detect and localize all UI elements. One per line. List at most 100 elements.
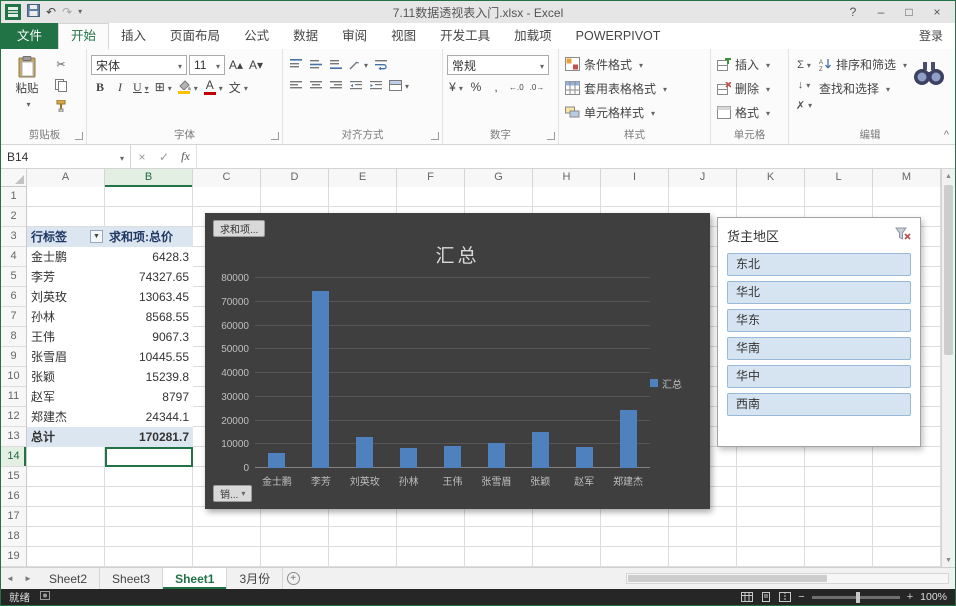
decrease-font-size-button[interactable]: A▾ xyxy=(247,56,265,74)
maximize-button[interactable]: □ xyxy=(895,1,923,23)
ribbon-tab[interactable]: 数据 xyxy=(281,23,330,49)
column-header[interactable]: D xyxy=(261,169,329,187)
row-header[interactable]: 10 xyxy=(1,367,26,387)
pivot-row-label[interactable]: 金士鹏 xyxy=(27,247,105,267)
slicer-item[interactable]: 华东 xyxy=(727,309,911,332)
vertical-scroll-thumb[interactable] xyxy=(944,185,953,355)
increase-indent-icon[interactable] xyxy=(367,76,385,94)
number-format-select[interactable]: 常规 xyxy=(447,55,549,75)
column-header[interactable]: J xyxy=(669,169,737,187)
font-color-button[interactable]: A xyxy=(202,78,225,96)
name-box[interactable]: B14 xyxy=(1,145,131,168)
alignment-dialog-launcher-icon[interactable] xyxy=(431,132,439,140)
zoom-out-icon[interactable]: − xyxy=(798,591,804,603)
row-header[interactable]: 9 xyxy=(1,347,26,367)
normal-view-icon[interactable] xyxy=(741,592,754,602)
chart-bar[interactable] xyxy=(356,436,374,468)
accounting-format-button[interactable]: ¥ xyxy=(447,78,465,96)
pivot-row-label[interactable]: 刘英玫 xyxy=(27,287,105,307)
format-cells-button[interactable]: 格式 xyxy=(715,100,784,124)
underline-button[interactable]: U xyxy=(131,78,151,96)
undo-icon[interactable]: ↶ xyxy=(46,4,56,20)
row-header[interactable]: 18 xyxy=(1,527,26,547)
pivot-filter-dropdown-icon[interactable]: ▼ xyxy=(90,230,103,243)
enter-icon[interactable]: ✓ xyxy=(153,145,175,168)
pivot-value[interactable]: 8797 xyxy=(105,387,193,407)
find-select-button[interactable]: 查找和选择 xyxy=(819,76,907,100)
decrease-decimal-button[interactable]: .0→ xyxy=(528,78,547,96)
phonetic-guide-button[interactable]: 文 xyxy=(227,78,250,96)
insert-function-icon[interactable]: fx xyxy=(175,145,197,168)
scroll-down-icon[interactable]: ▼ xyxy=(942,553,955,567)
pivot-row-label[interactable]: 郑建杰 xyxy=(27,407,105,427)
cut-icon[interactable]: ✂ xyxy=(50,55,72,73)
binoculars-icon[interactable] xyxy=(913,52,945,114)
sheet-tab[interactable]: Sheet2 xyxy=(37,568,101,589)
pivot-value-header[interactable]: 求和项:总价 xyxy=(105,227,193,247)
legend-item[interactable]: 汇总 xyxy=(650,376,702,391)
column-header[interactable]: L xyxy=(805,169,873,187)
help-button[interactable]: ? xyxy=(839,1,867,23)
top-align-icon[interactable] xyxy=(287,55,305,73)
chart-bar[interactable] xyxy=(444,446,461,468)
sheet-nav-right-icon[interactable]: ► xyxy=(19,568,37,589)
row-header[interactable]: 3 xyxy=(1,227,26,247)
chart-bar[interactable] xyxy=(575,447,593,468)
percent-style-button[interactable]: % xyxy=(467,78,485,96)
ribbon-tab[interactable]: 公式 xyxy=(232,23,281,49)
chart-bar[interactable] xyxy=(487,443,505,468)
pivot-chart[interactable]: 求和项... 汇总 0 10000 20000 30000 40000 50000 6000… xyxy=(205,213,710,509)
ribbon-tab[interactable]: 开发工具 xyxy=(428,23,502,49)
row-header[interactable]: 8 xyxy=(1,327,26,347)
increase-decimal-button[interactable]: ←.0 xyxy=(507,78,526,96)
row-header[interactable]: 14 xyxy=(1,447,26,467)
clipboard-dialog-launcher-icon[interactable] xyxy=(75,132,83,140)
chart-plot-area[interactable] xyxy=(255,277,650,468)
collapse-ribbon-button[interactable]: ^ xyxy=(944,129,949,141)
pivot-total-label[interactable]: 总计 xyxy=(27,427,105,447)
align-right-icon[interactable] xyxy=(327,76,345,94)
fill-button[interactable]: ↓ xyxy=(793,76,815,94)
macro-record-icon[interactable] xyxy=(40,591,50,603)
row-header[interactable]: 19 xyxy=(1,547,26,567)
file-tab[interactable]: 文件 xyxy=(1,23,59,49)
clear-button[interactable]: ✗ xyxy=(793,96,815,114)
row-header[interactable]: 7 xyxy=(1,307,26,327)
row-header[interactable]: 13 xyxy=(1,427,26,447)
font-name-select[interactable]: 宋体 xyxy=(91,55,187,75)
font-dialog-launcher-icon[interactable] xyxy=(271,132,279,140)
pivot-total-value[interactable]: 170281.7 xyxy=(105,427,193,447)
align-center-icon[interactable] xyxy=(307,76,325,94)
row-header[interactable]: 17 xyxy=(1,507,26,527)
row-header[interactable]: 2 xyxy=(1,207,26,227)
select-all-corner[interactable] xyxy=(1,169,27,186)
zoom-slider[interactable] xyxy=(811,591,900,603)
bottom-align-icon[interactable] xyxy=(327,55,345,73)
pivot-row-label[interactable]: 张颖 xyxy=(27,367,105,387)
clear-filter-icon[interactable] xyxy=(895,227,911,244)
pivot-row-label[interactable]: 孙林 xyxy=(27,307,105,327)
row-header[interactable]: 1 xyxy=(1,187,26,207)
row-header[interactable]: 5 xyxy=(1,267,26,287)
zoom-slider-thumb[interactable] xyxy=(855,591,860,603)
column-header[interactable]: K xyxy=(737,169,805,187)
delete-cells-button[interactable]: 删除 xyxy=(715,76,784,100)
bold-button[interactable]: B xyxy=(91,78,109,96)
paste-button[interactable]: 粘贴 xyxy=(7,52,47,115)
column-header[interactable]: H xyxy=(533,169,601,187)
decrease-indent-icon[interactable] xyxy=(347,76,365,94)
ribbon-tab[interactable]: 视图 xyxy=(379,23,428,49)
pivot-value[interactable]: 9067.3 xyxy=(105,327,193,347)
number-dialog-launcher-icon[interactable] xyxy=(547,132,555,140)
row-header[interactable]: 15 xyxy=(1,467,26,487)
column-header[interactable]: I xyxy=(601,169,669,187)
font-size-select[interactable]: 11 xyxy=(189,55,225,75)
redo-icon[interactable]: ↷ xyxy=(62,4,72,20)
slicer[interactable]: 货主地区 东北 华北 华东 华南 华中 西南 xyxy=(717,217,921,447)
pivot-value[interactable]: 13063.45 xyxy=(105,287,193,307)
pivot-row-label[interactable]: 赵军 xyxy=(27,387,105,407)
customize-qat-icon[interactable]: ▾ xyxy=(78,4,82,20)
pivot-value[interactable]: 6428.3 xyxy=(105,247,193,267)
new-sheet-button[interactable]: + xyxy=(283,568,303,589)
selected-cell[interactable] xyxy=(105,447,193,467)
